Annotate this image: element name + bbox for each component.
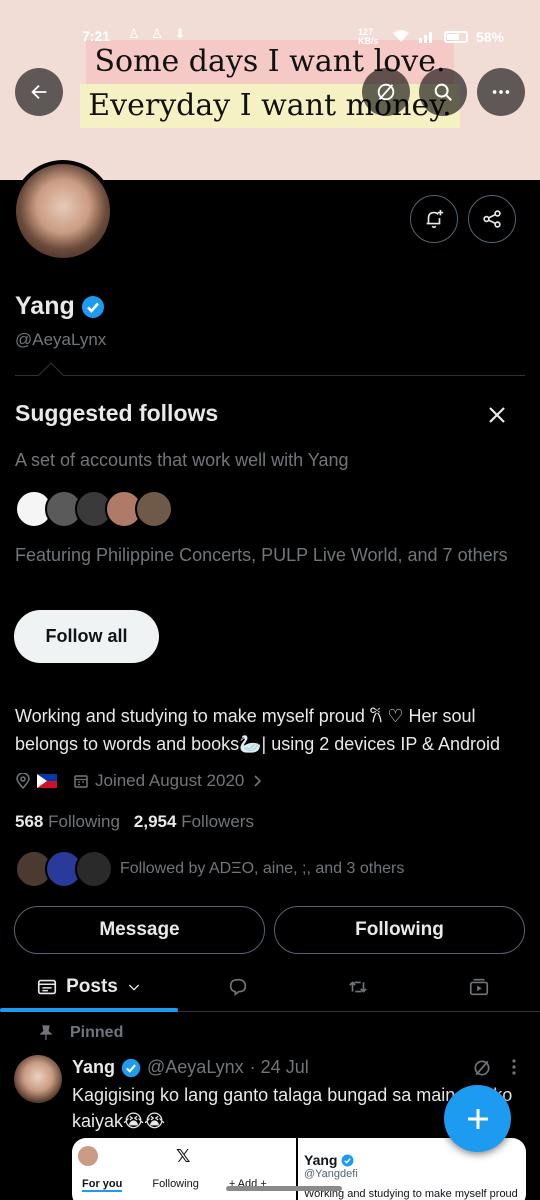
- status-right: 127 KB/s 58%: [358, 28, 504, 46]
- suggested-divider: [15, 375, 525, 376]
- media-avatar: [78, 1146, 98, 1166]
- posts-icon: [38, 979, 57, 995]
- search-button[interactable]: [419, 68, 467, 116]
- display-name: Yang: [15, 292, 75, 320]
- grok-button[interactable]: [362, 68, 410, 116]
- wifi-icon: [392, 29, 410, 46]
- following-button[interactable]: Following: [274, 906, 525, 954]
- status-time: 7:21: [82, 28, 111, 44]
- philippines-flag-icon: [37, 774, 57, 788]
- followers-label: Followers: [181, 812, 254, 831]
- verified-badge-icon[interactable]: [81, 295, 105, 319]
- followed-by-text[interactable]: Followed by ADΞO, aine, ;, and 3 others: [120, 860, 404, 878]
- pin-icon: [39, 1025, 53, 1040]
- grok-icon: [474, 1060, 490, 1076]
- tweet-avatar[interactable]: [14, 1055, 62, 1103]
- tweet-grok-button[interactable]: [472, 1058, 492, 1083]
- signal-icon: [418, 29, 436, 46]
- profile-handle: @AeyaLynx: [15, 330, 107, 349]
- location-icon: [16, 773, 30, 789]
- status-bar: 7:21 ♙ ♙ ⬇ 127 KB/s 58%: [0, 0, 540, 46]
- follower-avatar: [75, 850, 113, 888]
- media-name: Yang: [304, 1152, 338, 1168]
- notification-icons: ♙ ♙ ⬇: [128, 26, 190, 41]
- chevron-right-icon: [254, 775, 262, 787]
- active-tab-indicator: [0, 1008, 178, 1012]
- media-icon: [469, 978, 489, 996]
- pinned-text: Pinned: [70, 1024, 124, 1041]
- tweet-header: Yang @AeyaLynx · 24 Jul: [72, 1057, 309, 1078]
- profile-bio: Working and studying to make myself prou…: [15, 706, 501, 754]
- bell-plus-icon: [426, 209, 444, 229]
- verified-badge-icon: [342, 1154, 354, 1166]
- compose-post-button[interactable]: [444, 1085, 511, 1152]
- tweet-more-button[interactable]: [510, 1058, 518, 1079]
- profile-name-row: Yang: [15, 292, 105, 321]
- repost-icon: [349, 981, 367, 993]
- home-indicator[interactable]: [226, 1186, 342, 1191]
- suggested-subtitle: A set of accounts that work well with Ya…: [15, 450, 349, 470]
- follow-counts: 568 Following 2,954 Followers: [15, 812, 254, 832]
- suggested-follows-title: Suggested follows: [15, 400, 219, 426]
- following-count: 568: [15, 812, 44, 831]
- close-icon: [489, 407, 505, 423]
- arrow-left-icon: [31, 84, 47, 100]
- follow-all-button[interactable]: Follow all: [14, 610, 159, 663]
- tweet-author-name[interactable]: Yang: [72, 1057, 115, 1078]
- search-icon: [434, 83, 452, 101]
- more-options-button[interactable]: [477, 68, 525, 116]
- plus-icon: [467, 1108, 488, 1129]
- grok-icon: [377, 83, 395, 101]
- followers-count: 2,954: [133, 812, 177, 831]
- calendar-icon: [74, 775, 88, 788]
- tab-posts[interactable]: Posts: [0, 962, 178, 1012]
- pinned-label: Pinned: [38, 1024, 123, 1042]
- more-horizontal-icon: [492, 90, 510, 94]
- message-button[interactable]: Message: [14, 906, 265, 954]
- suggested-featuring: Featuring Philippine Concerts, PULP Live…: [15, 545, 508, 565]
- followers-count-link[interactable]: 2,954 Followers: [134, 812, 254, 832]
- battery-percent: 58%: [475, 29, 504, 45]
- tab-reposts[interactable]: [298, 962, 418, 1012]
- media-tab-following: Following: [152, 1178, 199, 1190]
- back-button[interactable]: [15, 68, 63, 116]
- x-logo-icon: 𝕏: [176, 1146, 191, 1166]
- joined-date[interactable]: Joined August 2020: [95, 771, 244, 791]
- dismiss-suggested-button[interactable]: [482, 400, 512, 430]
- suggested-avatar: [135, 490, 173, 528]
- tweet-author-handle: @AeyaLynx: [147, 1057, 244, 1077]
- media-tab-for-you: For you: [82, 1178, 123, 1192]
- avatar-photo: [16, 164, 110, 258]
- more-vertical-icon: [512, 1059, 516, 1075]
- reply-icon: [229, 978, 247, 996]
- share-button[interactable]: [468, 195, 516, 243]
- verified-badge-icon: [121, 1058, 141, 1077]
- tab-media[interactable]: [418, 962, 540, 1012]
- share-icon: [483, 210, 501, 228]
- following-label: Following: [48, 812, 120, 831]
- notifications-button[interactable]: [410, 195, 458, 243]
- tweet-date[interactable]: · 24 Jul: [250, 1057, 309, 1078]
- net-speed: 127 KB/s: [357, 27, 379, 46]
- suggested-caret: [38, 362, 64, 388]
- following-count-link[interactable]: 568 Following: [15, 812, 120, 832]
- media-profile-name: Yang: [304, 1152, 354, 1168]
- profile-avatar[interactable]: [12, 160, 114, 262]
- chevron-down-icon: [128, 984, 140, 991]
- tab-posts-label: Posts: [66, 976, 118, 997]
- tab-replies[interactable]: [178, 962, 298, 1012]
- profile-meta: Joined August 2020: [15, 771, 264, 791]
- battery-icon: [443, 31, 468, 43]
- media-handle: @Yangdefi: [304, 1168, 358, 1180]
- profile-tabs: Posts: [0, 962, 540, 1012]
